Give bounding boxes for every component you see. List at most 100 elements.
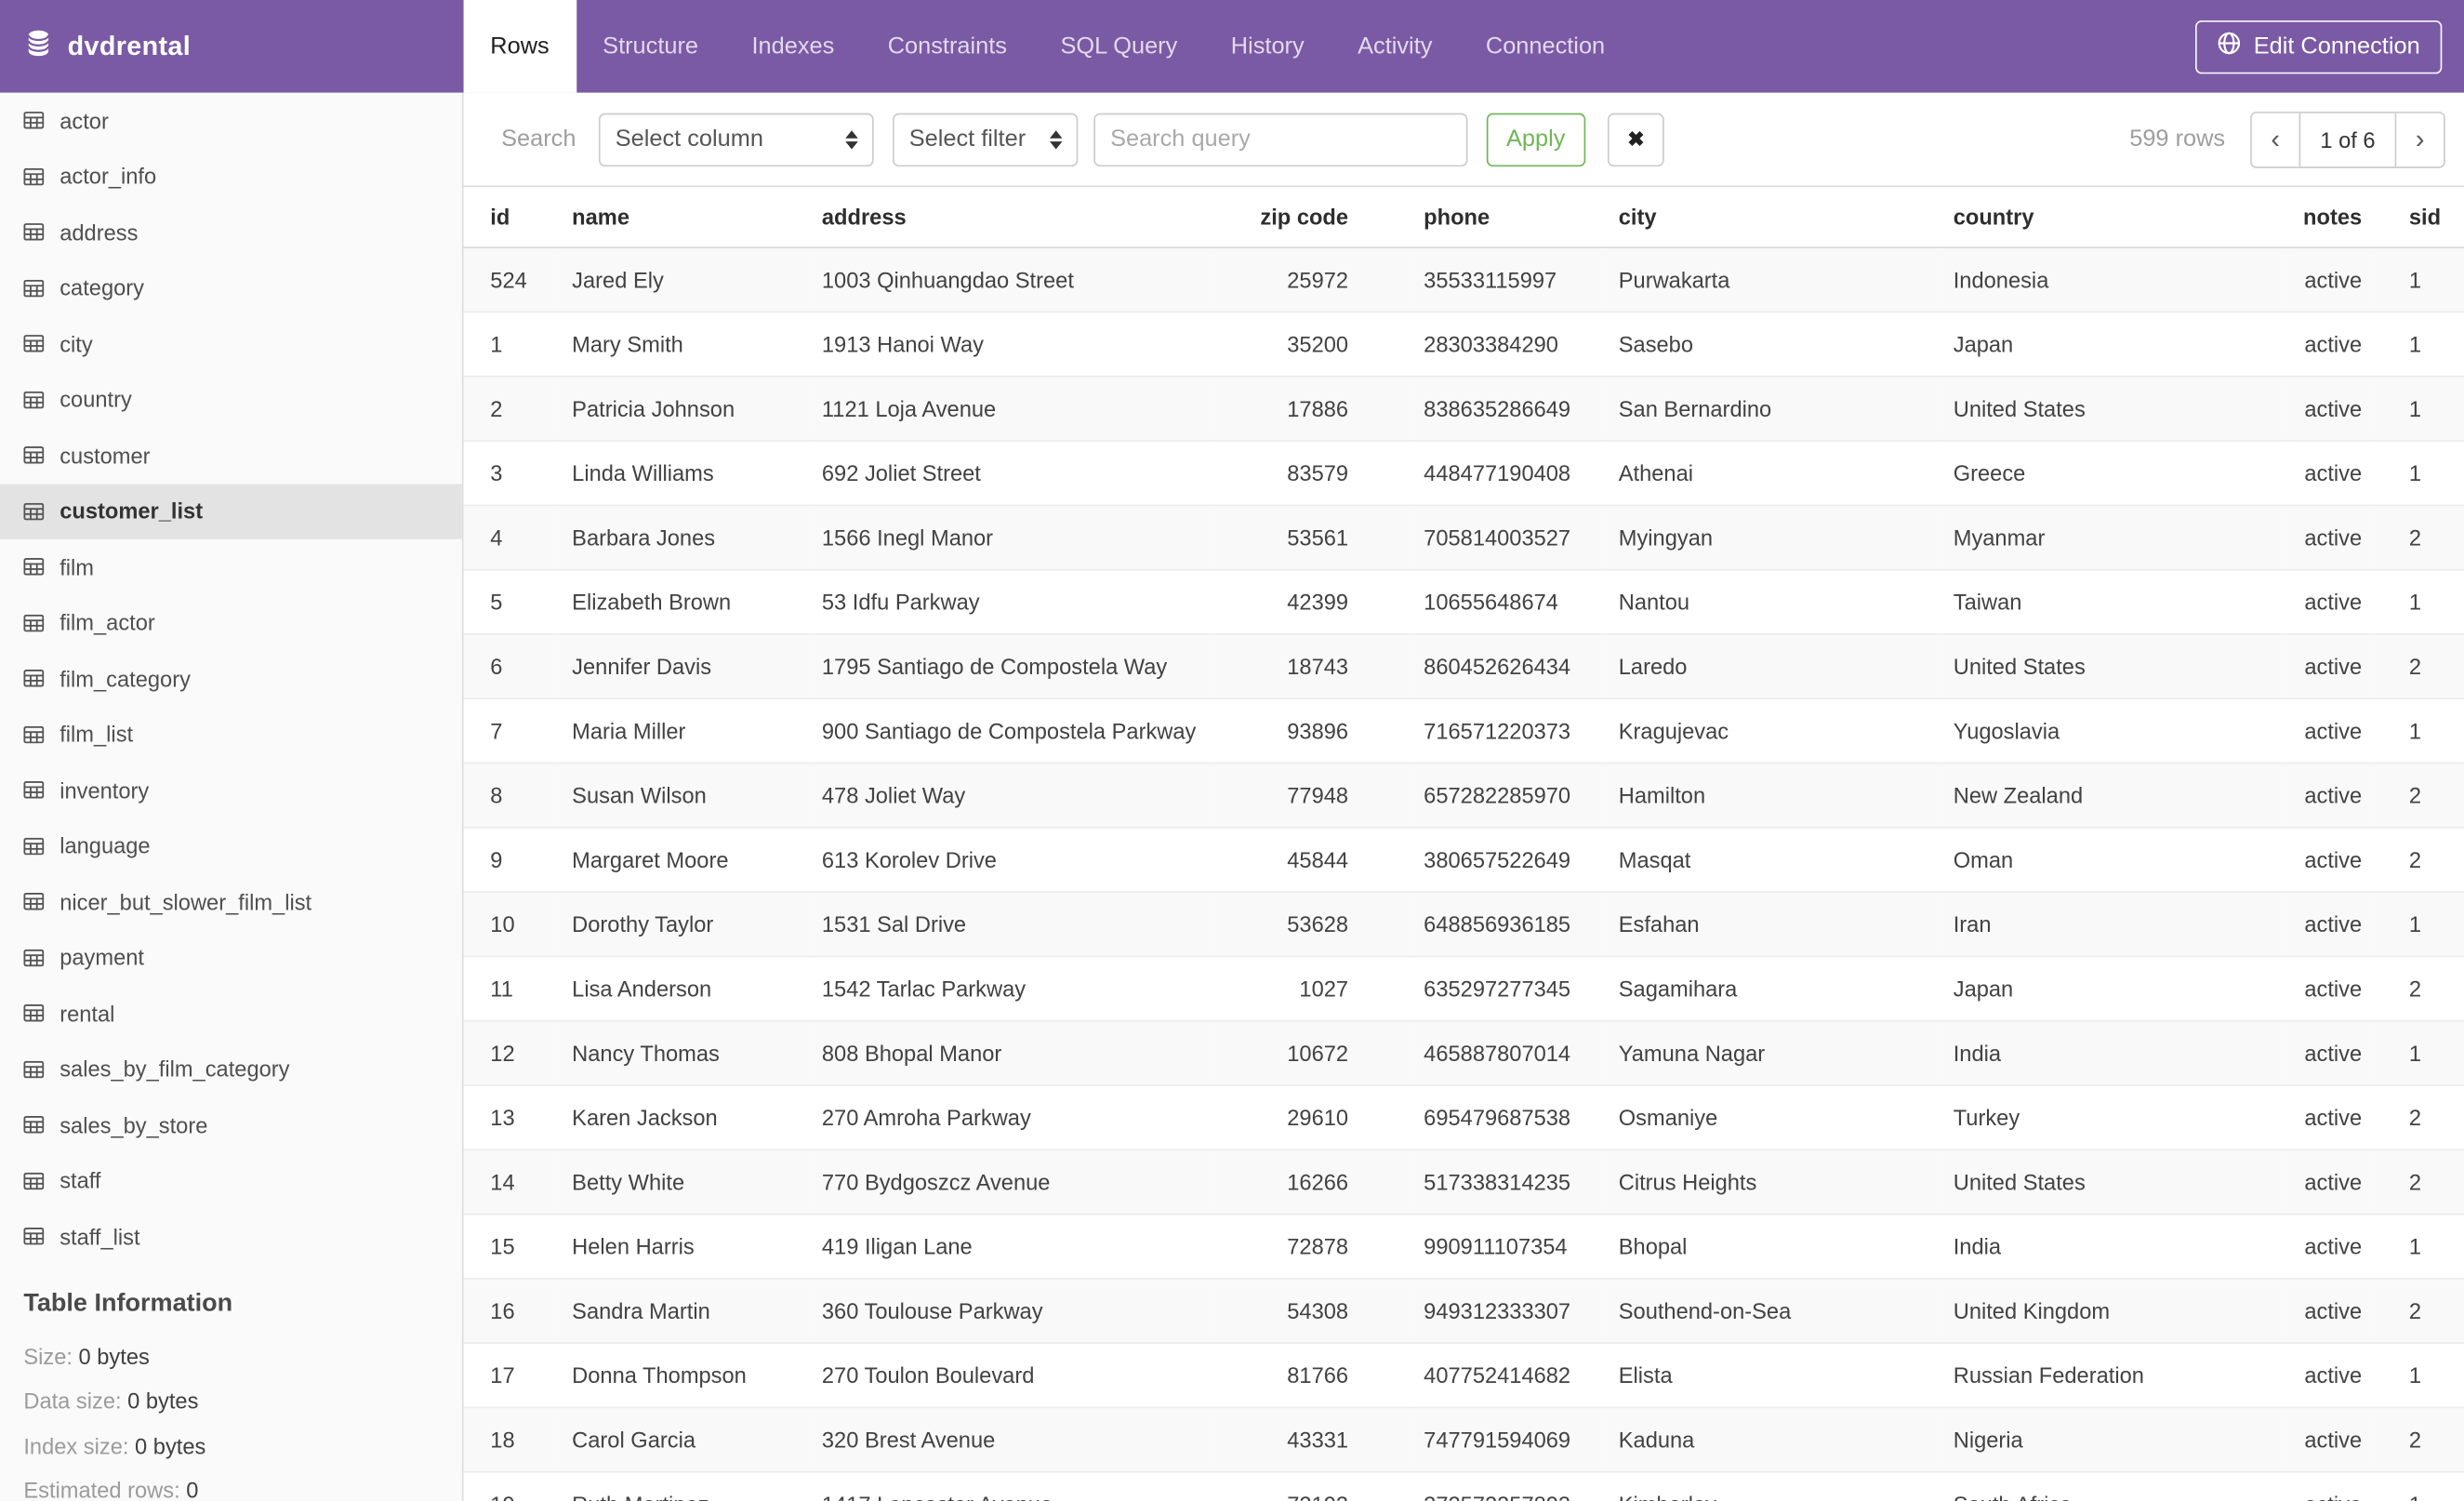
tab-indexes[interactable]: Indexes bbox=[725, 0, 861, 93]
cell-name: Mary Smith bbox=[559, 312, 810, 378]
table-row[interactable]: 19Ruth Martinez1417 Lancaster Avenue7219… bbox=[463, 1471, 2464, 1501]
sidebar-item-country[interactable]: country bbox=[0, 372, 462, 428]
cell-city: Kimberley bbox=[1606, 1471, 1941, 1501]
column-header-id[interactable]: id bbox=[463, 186, 560, 249]
column-header-address[interactable]: address bbox=[809, 186, 1211, 249]
table-row[interactable]: 2 Patricia Johnson 1121 Loja Avenue 17886 83… bbox=[463, 376, 2464, 442]
table-row[interactable]: 1 Mary Smith 1913 Hanoi Way 35200 2830338429… bbox=[463, 312, 2464, 378]
tab-rows[interactable]: Rows bbox=[463, 0, 576, 93]
table-information-panel: Table Information Size: 0 bytes Data size… bbox=[0, 1265, 462, 1501]
select-filter-dropdown[interactable]: Select filter bbox=[892, 112, 1078, 166]
cell-zip: 17886 bbox=[1210, 376, 1411, 442]
cell-country: United States bbox=[1941, 633, 2288, 700]
sidebar-item-address[interactable]: address bbox=[0, 205, 462, 260]
next-page-button[interactable]: › bbox=[2396, 112, 2444, 166]
cell-address: 1566 Inegl Manor bbox=[809, 505, 1211, 571]
sidebar-item-language[interactable]: language bbox=[0, 818, 462, 874]
column-header-city[interactable]: city bbox=[1606, 186, 1941, 249]
sidebar-item-customer[interactable]: customer bbox=[0, 428, 462, 484]
sidebar-item-film-list[interactable]: film_list bbox=[0, 707, 462, 763]
cell-phone: 695479687538 bbox=[1411, 1084, 1607, 1151]
column-header-zip[interactable]: zip code bbox=[1210, 186, 1411, 249]
tab-connection[interactable]: Connection bbox=[1459, 0, 1632, 93]
tab-sql-query[interactable]: SQL Query bbox=[1034, 0, 1204, 93]
cell-zip: 25972 bbox=[1210, 247, 1411, 313]
sidebar-item-film-actor[interactable]: film_actor bbox=[0, 595, 462, 651]
cell-city: Athenai bbox=[1606, 441, 1941, 507]
table-row[interactable]: 4 Barbara Jones 1566 Inegl Manor 53561 70581… bbox=[463, 505, 2464, 571]
sidebar-item-label: payment bbox=[60, 945, 144, 971]
search-label: Search bbox=[501, 126, 576, 153]
table-row[interactable]: 3 Linda Williams 692 Joliet Street 83579 448… bbox=[463, 441, 2464, 507]
edit-connection-button[interactable]: Edit Connection bbox=[2195, 20, 2443, 73]
table-row[interactable]: 524 Jared Ely 1003 Qinhuangdao Street 25972… bbox=[463, 247, 2464, 313]
table-row[interactable]: 17 Donna Thompson 270 Toulon Boulevard 8176… bbox=[463, 1343, 2464, 1409]
cell-phone: 380657522649 bbox=[1411, 827, 1607, 893]
column-header-phone[interactable]: phone bbox=[1411, 186, 1607, 249]
table-grid-icon bbox=[23, 781, 45, 799]
column-header-country[interactable]: country bbox=[1941, 186, 2288, 249]
info-row-index-size-: Index size: 0 bytes bbox=[23, 1423, 438, 1468]
cell-city: Myingyan bbox=[1606, 505, 1941, 571]
table-row[interactable]: 5 Elizabeth Brown 53 Idfu Parkway 42399 1065… bbox=[463, 569, 2464, 635]
sidebar-item-sales-by-store[interactable]: sales_by_store bbox=[0, 1097, 462, 1153]
sidebar-item-inventory[interactable]: inventory bbox=[0, 763, 462, 818]
cell-address: 270 Amroha Parkway bbox=[809, 1084, 1211, 1151]
table-row[interactable]: 18 Carol Garcia 320 Brest Avenue 43331 74779… bbox=[463, 1407, 2464, 1473]
table-row[interactable]: 16 Sandra Martin 360 Toulouse Parkway 54308… bbox=[463, 1278, 2464, 1344]
table-grid-icon bbox=[23, 837, 45, 855]
sidebar-item-film[interactable]: film bbox=[0, 539, 462, 595]
cell-zip: 93896 bbox=[1210, 698, 1411, 764]
cell-phone: 657282285970 bbox=[1411, 763, 1607, 829]
tab-activity[interactable]: Activity bbox=[1331, 0, 1459, 93]
column-header-name[interactable]: name bbox=[559, 186, 810, 249]
tab-structure[interactable]: Structure bbox=[576, 0, 724, 93]
clear-search-button[interactable]: ✖ bbox=[1608, 112, 1664, 166]
sidebar-item-staff[interactable]: staff bbox=[0, 1153, 462, 1209]
table-row[interactable]: 15 Helen Harris 419 Iligan Lane 72878 990911… bbox=[463, 1214, 2464, 1280]
table-row[interactable]: 11 Lisa Anderson 1542 Tarlac Parkway 1027 63… bbox=[463, 956, 2464, 1022]
apply-button[interactable]: Apply bbox=[1485, 112, 1586, 166]
sidebar-item-sales-by-film-category[interactable]: sales_by_film_category bbox=[0, 1042, 462, 1097]
cell-id: 12 bbox=[463, 1020, 560, 1086]
sidebar-item-nicer-but-slower-film-list[interactable]: nicer_but_slower_film_list bbox=[0, 874, 462, 930]
sidebar-item-category[interactable]: category bbox=[0, 260, 462, 316]
cell-city: Kaduna bbox=[1606, 1407, 1941, 1473]
cell-phone: 35533115997 bbox=[1411, 247, 1607, 313]
tab-history[interactable]: History bbox=[1204, 0, 1331, 93]
search-query-input[interactable] bbox=[1093, 112, 1467, 166]
table-row[interactable]: 6 Jennifer Davis 1795 Santiago de Composte… bbox=[463, 633, 2464, 700]
table-row[interactable]: 10 Dorothy Taylor 1531 Sal Drive 53628 64885… bbox=[463, 892, 2464, 958]
cell-name: Maria Miller bbox=[559, 698, 810, 764]
table-grid-icon bbox=[23, 949, 45, 966]
select-column-dropdown[interactable]: Select column bbox=[598, 112, 873, 166]
table-row[interactable]: 13 Karen Jackson 270 Amroha Parkway 29610 69… bbox=[463, 1084, 2464, 1151]
sidebar-item-actor-info[interactable]: actor_info bbox=[0, 149, 462, 205]
table-row[interactable]: 9 Margaret Moore 613 Korolev Drive 45844 380… bbox=[463, 827, 2464, 893]
cell-city: Masqat bbox=[1606, 827, 1941, 893]
sidebar-item-staff-list[interactable]: staff_list bbox=[0, 1209, 462, 1265]
table-grid-icon bbox=[23, 1060, 45, 1078]
tab-constraints[interactable]: Constraints bbox=[861, 0, 1034, 93]
sidebar-item-label: category bbox=[60, 275, 144, 301]
sidebar-item-customer-list[interactable]: customer_list bbox=[0, 483, 462, 539]
sidebar-item-label: actor_info bbox=[60, 164, 157, 190]
sidebar-item-actor[interactable]: actor bbox=[0, 93, 462, 149]
rows-table: id name address zip code phone city country not… bbox=[463, 185, 2464, 1501]
column-header-sid[interactable]: sid bbox=[2374, 186, 2464, 249]
cell-city: Osmaniye bbox=[1606, 1084, 1941, 1151]
sidebar-item-rental[interactable]: rental bbox=[0, 986, 462, 1042]
prev-page-button[interactable]: ‹ bbox=[2251, 112, 2299, 166]
table-row[interactable]: 7 Maria Miller 900 Santiago de Compostela … bbox=[463, 698, 2464, 764]
cell-city: Laredo bbox=[1606, 633, 1941, 700]
sidebar-item-film-category[interactable]: film_category bbox=[0, 651, 462, 707]
sidebar-item-city[interactable]: city bbox=[0, 316, 462, 372]
table-row[interactable]: 8 Susan Wilson 478 Joliet Way 77948 65728228… bbox=[463, 763, 2464, 829]
column-header-notes[interactable]: notes bbox=[2287, 186, 2375, 249]
sidebar-item-payment[interactable]: payment bbox=[0, 930, 462, 986]
table-row[interactable]: 12 Nancy Thomas 808 Bhopal Manor 10672 46588… bbox=[463, 1020, 2464, 1086]
table-row[interactable]: 14 Betty White 770 Bydgoszcz Avenue 16266 51… bbox=[463, 1149, 2464, 1215]
cell-id: 524 bbox=[463, 247, 560, 313]
search-toolbar: Search Select column Select filter Apply… bbox=[464, 93, 2464, 186]
table-grid-icon bbox=[23, 335, 45, 352]
